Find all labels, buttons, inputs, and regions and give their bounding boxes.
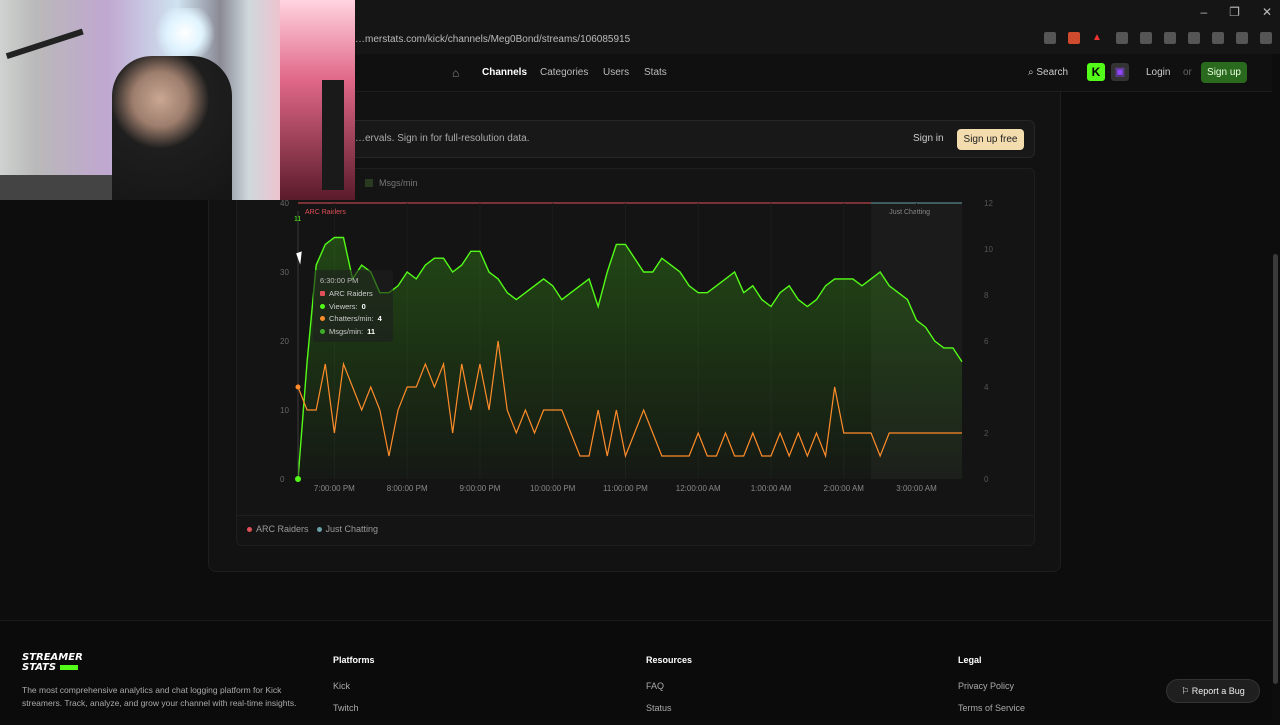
y-right-tick-5: 10 [984,245,993,254]
y-left-tick-0: 0 [280,475,285,484]
tooltip-msgs-value: 11 [367,327,376,336]
tooltip-viewers-swatch [320,304,325,309]
legend-arc-raiders[interactable]: ARC Raiders [247,524,309,534]
x-tick-4: 11:00:00 PM [603,484,648,493]
y-left-tick-1: 10 [280,406,289,415]
y-left-tick-3: 30 [280,268,289,277]
tooltip-chatters-swatch [320,316,325,321]
x-tick-1: 8:00:00 PM [387,484,428,493]
tooltip-chatters-label: Chatters/min: [329,314,374,323]
legend-arc-dot [247,527,252,532]
y-right-tick-1: 2 [984,429,989,438]
tooltip-category-row: ARC Raiders [320,289,373,298]
footer-resources-title: Resources [646,655,693,665]
y-right-tick-3: 6 [984,337,989,346]
x-tick-2: 9:00:00 PM [459,484,500,493]
report-bug-button[interactable]: ⚐ Report a Bug [1166,679,1260,703]
webcam-hex-lights [150,8,220,58]
chart-legend-bottom: ARC Raiders Just Chatting [247,524,378,534]
y-right-tick-0: 0 [984,475,989,484]
x-tick-8: 3:00:00 AM [896,484,937,493]
footer-resources: Resources FAQ Status [646,655,692,725]
report-bug-label: Report a Bug [1191,686,1245,696]
streamerstats-logo[interactable]: STREAMER STATS [22,653,102,675]
webcam-doorway [322,80,344,190]
x-tick-3: 10:00:00 PM [530,484,576,493]
y-right-tick-6: 12 [984,199,993,208]
logo-bar [59,664,78,670]
hover-viewers-dot [295,476,301,482]
x-tick-7: 2:00:00 AM [824,484,865,493]
webcam-streamer [112,56,232,200]
webcam-desk [0,175,120,200]
category-label-just-chatting: Just Chatting [889,209,930,216]
logo-line-2: STATS [22,662,57,673]
footer-platforms-title: Platforms [333,655,375,665]
tooltip-msgs-row: Msgs/min: 11 [320,327,375,336]
tooltip-viewers-row: Viewers: 0 [320,302,366,311]
legend-just-chatting[interactable]: Just Chatting [316,524,379,534]
tooltip-chatters-row: Chatters/min: 4 [320,314,382,323]
y-right-tick-2: 4 [984,383,989,392]
tooltip-msgs-label: Msgs/min: [329,327,364,336]
x-tick-5: 12:00:00 AM [676,484,721,493]
tooltip-time: 6:30:00 PM [320,276,359,285]
chart-tooltip: 6:30:00 PM ARC Raiders Viewers: 0 Chatter… [313,270,393,342]
footer-link-faq[interactable]: FAQ [646,681,692,691]
viewers-area [298,237,962,479]
footer-description: The most comprehensive analytics and cha… [22,685,297,708]
webcam-overlay [0,0,355,200]
legend-jc-dot [316,527,322,532]
y-left-tick-2: 20 [280,337,289,346]
bug-icon: ⚐ [1181,686,1192,696]
x-tick-0: 7:00:00 PM [314,484,355,493]
footer-legal: Legal Privacy Policy Terms of Service [958,655,1025,725]
footer-platforms: Platforms Kick Twitch [333,655,375,725]
footer-link-privacy[interactable]: Privacy Policy [958,681,1025,691]
footer-legal-title: Legal [958,655,982,665]
tooltip-viewers-label: Viewers: [329,302,358,311]
category-label-arc-raiders: ARC Raiders [305,209,346,216]
legend-jc-label: Just Chatting [325,524,379,534]
tooltip-category-swatch [320,291,325,296]
footer-link-twitch[interactable]: Twitch [333,703,375,713]
chart-divider [236,515,1035,516]
tooltip-category: ARC Raiders [329,289,373,298]
y-left-tick-4: 40 [280,199,289,208]
footer-link-kick[interactable]: Kick [333,681,375,691]
hover-chatters-dot [295,384,301,390]
webcam-mic-arm [5,28,95,92]
tooltip-msgs-swatch [320,329,325,334]
tooltip-viewers-value: 0 [361,302,366,311]
x-tick-6: 1:00:00 AM [751,484,792,493]
footer-link-status[interactable]: Status [646,703,692,713]
y-right-tick-4: 8 [984,291,989,300]
legend-arc-label: ARC Raiders [256,524,309,534]
tooltip-chatters-value: 4 [377,314,382,323]
footer-link-terms[interactable]: Terms of Service [958,703,1025,713]
hover-msgs-value: 11 [294,216,301,223]
